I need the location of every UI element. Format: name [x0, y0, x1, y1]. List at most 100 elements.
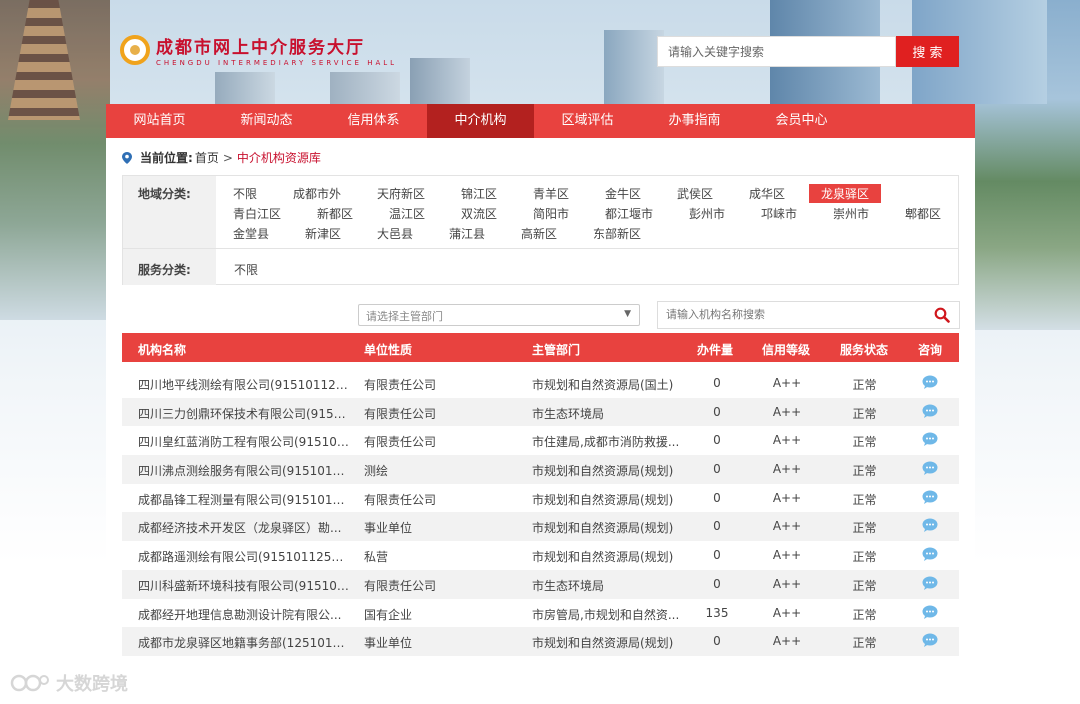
cell-service-status: 正常 — [852, 464, 877, 479]
consult-chat-icon[interactable] — [922, 605, 938, 619]
nav-item-member[interactable]: 会员中心 — [748, 104, 855, 138]
skyline-building — [604, 30, 664, 104]
region-option[interactable]: 东部新区 — [593, 225, 641, 242]
watermark: 大数跨境 — [10, 670, 128, 696]
main-content: 当前位置: 首页 > 中介机构资源库 地域分类: 不限 成都市外 天府新区 锦江… — [106, 138, 975, 659]
table-header: 机构名称 单位性质 主管部门 办件量 信用等级 服务状态 咨询 — [122, 333, 959, 362]
region-option[interactable]: 新津区 — [305, 225, 341, 242]
cell-credit-level: A++ — [772, 548, 802, 563]
region-option[interactable]: 都江堰市 — [605, 205, 653, 222]
nav-item-home[interactable]: 网站首页 — [106, 104, 213, 138]
cell-agency-name[interactable]: 四川三力创鼎环保技术有限公司(9151... — [138, 405, 350, 422]
cell-agency-name[interactable]: 成都晶锋工程测量有限公司(91510112... — [138, 491, 350, 508]
column-header-name: 机构名称 — [138, 343, 187, 357]
consult-chat-icon[interactable] — [922, 404, 938, 418]
region-option[interactable]: 金牛区 — [605, 185, 641, 202]
region-option[interactable]: 邛崃市 — [761, 205, 797, 222]
consult-chat-icon[interactable] — [922, 547, 938, 562]
agency-search-input[interactable] — [658, 302, 918, 328]
consult-chat-icon[interactable] — [922, 461, 938, 476]
region-option[interactable]: 天府新区 — [377, 185, 425, 202]
cell-case-count: 0 — [713, 462, 721, 477]
region-option[interactable]: 简阳市 — [533, 205, 569, 222]
column-header-status: 服务状态 — [840, 343, 889, 357]
region-option[interactable]: 双流区 — [461, 205, 497, 222]
region-option[interactable]: 青白江区 — [233, 205, 281, 222]
cell-credit-level: A++ — [772, 462, 802, 477]
region-option[interactable]: 成华区 — [749, 185, 785, 202]
table-row: 成都经济技术开发区（龙泉驿区）勘... 事业单位 市规划和自然资源局(规划) 0 A++… — [122, 512, 959, 542]
region-option[interactable]: 锦江区 — [461, 185, 497, 202]
skyline-building — [410, 58, 470, 104]
breadcrumb-home-link[interactable]: 首页 — [195, 149, 219, 166]
consult-chat-icon[interactable] — [922, 490, 938, 504]
table-row: 成都晶锋工程测量有限公司(91510112... 有限责任公司 市规划和自然资源局(… — [122, 484, 959, 513]
cell-department: 市规划和自然资源局(规划) — [532, 636, 674, 651]
region-option[interactable]: 成都市外 — [293, 185, 341, 202]
region-option[interactable]: 彭州市 — [689, 205, 725, 222]
service-filter-row: 服务分类: 不限 — [123, 249, 958, 285]
service-option[interactable]: 不限 — [234, 261, 258, 278]
nav-item-agencies[interactable]: 中介机构 — [427, 104, 534, 138]
region-option[interactable]: 郫都区 — [905, 205, 941, 222]
cell-case-count: 0 — [713, 404, 721, 419]
cell-agency-name[interactable]: 成都经开地理信息勘测设计院有限公... — [138, 606, 350, 623]
watermark-text: 大数跨境 — [56, 674, 128, 695]
region-option[interactable]: 温江区 — [389, 205, 425, 222]
cell-service-status: 正常 — [852, 492, 877, 507]
cell-agency-name[interactable]: 成都经济技术开发区（龙泉驿区）勘... — [138, 519, 350, 536]
nav-item-credit[interactable]: 信用体系 — [320, 104, 427, 138]
department-select[interactable]: 请选择主管部门 ▼ — [358, 304, 640, 326]
site-search-button[interactable]: 搜 索 — [896, 36, 959, 67]
cell-agency-name[interactable]: 四川沸点测绘服务有限公司(91510112... — [138, 462, 350, 479]
cell-agency-name[interactable]: 成都路遥测绘有限公司(91510112597... — [138, 548, 350, 565]
region-option-selected[interactable]: 龙泉驿区 — [809, 184, 882, 203]
region-option[interactable]: 蒲江县 — [449, 225, 485, 242]
cell-agency-name[interactable]: 成都市龙泉驿区地籍事务部(12510112... — [138, 634, 350, 651]
search-icon[interactable] — [934, 307, 950, 323]
logo-subtitle: CHENGDU INTERMEDIARY SERVICE HALL — [156, 59, 398, 67]
cell-service-status: 正常 — [852, 550, 877, 565]
region-option[interactable]: 新都区 — [317, 205, 353, 222]
nav-item-regional-eval[interactable]: 区域评估 — [534, 104, 641, 138]
site-logo[interactable]: 成都市网上中介服务大厅 CHENGDU INTERMEDIARY SERVICE… — [120, 33, 397, 67]
table-row: 四川沸点测绘服务有限公司(91510112... 测绘 市规划和自然资源局(规划) 0… — [122, 455, 959, 484]
site-search: 搜 索 — [657, 36, 959, 67]
cell-service-status: 正常 — [852, 435, 877, 450]
nav-item-guide[interactable]: 办事指南 — [641, 104, 748, 138]
location-pin-icon — [122, 151, 132, 164]
consult-chat-icon[interactable] — [922, 576, 938, 590]
logo-emblem-icon — [120, 35, 150, 65]
region-option[interactable]: 不限 — [233, 185, 257, 202]
nav-item-news[interactable]: 新闻动态 — [213, 104, 320, 138]
consult-chat-icon[interactable] — [922, 633, 938, 648]
region-filter-label: 地域分类: — [123, 176, 216, 248]
table-row: 四川三力创鼎环保技术有限公司(9151... 有限责任公司 市生态环境局 0 A++ 正常 — [122, 397, 959, 427]
cell-agency-name[interactable]: 四川皇红蓝消防工程有限公司(915101... — [138, 433, 350, 450]
cell-agency-name[interactable]: 四川科盛新环境科技有限公司(915101... — [138, 577, 350, 594]
cell-credit-level: A++ — [772, 376, 802, 390]
cell-case-count: 0 — [713, 519, 721, 534]
site-search-input[interactable] — [657, 36, 896, 67]
column-header-consult: 咨询 — [918, 343, 943, 357]
cell-case-count: 0 — [713, 490, 721, 505]
cell-unit-type: 有限责任公司 — [364, 492, 437, 507]
cell-case-count: 0 — [713, 548, 721, 563]
cell-agency-name[interactable]: 四川地平线测绘有限公司(9151011267... — [138, 376, 350, 393]
column-header-count: 办件量 — [697, 343, 734, 357]
consult-chat-icon[interactable] — [922, 432, 938, 447]
consult-chat-icon[interactable] — [922, 375, 938, 389]
cell-department: 市规划和自然资源局(规划) — [532, 550, 674, 565]
region-option[interactable]: 崇州市 — [833, 205, 869, 222]
consult-chat-icon[interactable] — [922, 518, 938, 533]
cell-service-status: 正常 — [852, 636, 877, 651]
region-option[interactable]: 青羊区 — [533, 185, 569, 202]
cell-unit-type: 测绘 — [364, 464, 389, 479]
region-option[interactable]: 大邑县 — [377, 225, 413, 242]
region-option[interactable]: 金堂县 — [233, 225, 269, 242]
cell-department: 市规划和自然资源局(规划) — [532, 492, 674, 507]
main-nav: 网站首页 新闻动态 信用体系 中介机构 区域评估 办事指南 会员中心 — [106, 104, 975, 138]
region-option[interactable]: 武侯区 — [677, 185, 713, 202]
cell-department: 市规划和自然资源局(规划) — [532, 521, 674, 536]
region-option[interactable]: 高新区 — [521, 225, 557, 242]
